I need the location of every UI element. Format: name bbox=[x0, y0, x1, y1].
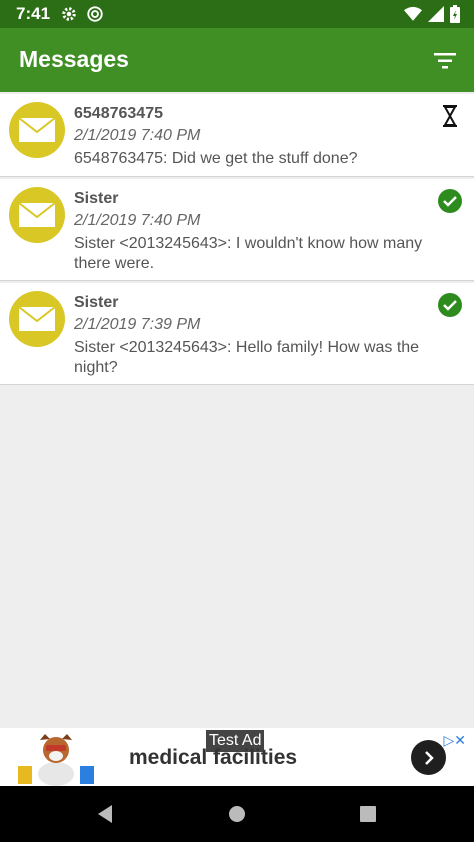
envelope-icon bbox=[18, 306, 56, 331]
filter-icon bbox=[434, 53, 456, 69]
ad-arrow-button[interactable] bbox=[411, 740, 446, 775]
message-body: Sister <2013245643>: Hello family! How w… bbox=[74, 339, 420, 376]
message-item[interactable]: Sister 2/1/2019 7:40 PM Sister <20132456… bbox=[0, 179, 474, 281]
page-title: Messages bbox=[19, 46, 129, 72]
ad-dog-image bbox=[14, 730, 98, 791]
message-date: 2/1/2019 7:39 PM bbox=[74, 316, 201, 333]
message-body: Sister <2013245643>: I wouldn't know how… bbox=[74, 235, 423, 272]
ad-close-icon[interactable]: ▷✕ bbox=[444, 732, 467, 749]
nav-bar bbox=[0, 786, 474, 842]
envelope-icon bbox=[18, 117, 56, 142]
avatar bbox=[9, 187, 65, 243]
battery-icon bbox=[450, 5, 460, 28]
hourglass-icon bbox=[437, 103, 463, 129]
envelope-icon bbox=[18, 202, 56, 227]
back-button[interactable] bbox=[94, 803, 116, 825]
message-item[interactable]: Sister 2/1/2019 7:39 PM Sister <20132456… bbox=[0, 283, 474, 385]
target-icon bbox=[86, 5, 104, 28]
recents-icon bbox=[360, 806, 376, 822]
message-date: 2/1/2019 7:40 PM bbox=[74, 212, 201, 229]
filter-button[interactable] bbox=[428, 44, 462, 78]
ad-banner[interactable]: Test Ad medical facilities ▷✕ bbox=[0, 728, 474, 786]
home-icon bbox=[229, 806, 245, 822]
settings-icon bbox=[60, 5, 78, 28]
avatar bbox=[9, 102, 65, 158]
message-item[interactable]: 6548763475 2/1/2019 7:40 PM 6548763475: … bbox=[0, 94, 474, 177]
message-date: 2/1/2019 7:40 PM bbox=[74, 127, 201, 144]
app-bar: Messages bbox=[0, 28, 474, 92]
check-circle-icon bbox=[437, 188, 463, 214]
wifi-icon bbox=[404, 6, 422, 27]
message-sender: Sister bbox=[74, 294, 119, 311]
back-icon bbox=[98, 805, 112, 823]
status-bar: 7:41 bbox=[0, 0, 474, 28]
ad-text[interactable]: medical facilities bbox=[129, 746, 297, 770]
message-sender: 6548763475 bbox=[74, 105, 163, 122]
avatar bbox=[9, 291, 65, 347]
signal-icon bbox=[428, 6, 444, 27]
recents-button[interactable] bbox=[357, 803, 379, 825]
message-sender: Sister bbox=[74, 190, 119, 207]
home-button[interactable] bbox=[226, 803, 248, 825]
chevron-right-icon bbox=[424, 750, 434, 765]
message-body: 6548763475: Did we get the stuff done? bbox=[74, 150, 358, 167]
check-circle-icon bbox=[437, 292, 463, 318]
status-time: 7:41 bbox=[16, 4, 51, 23]
